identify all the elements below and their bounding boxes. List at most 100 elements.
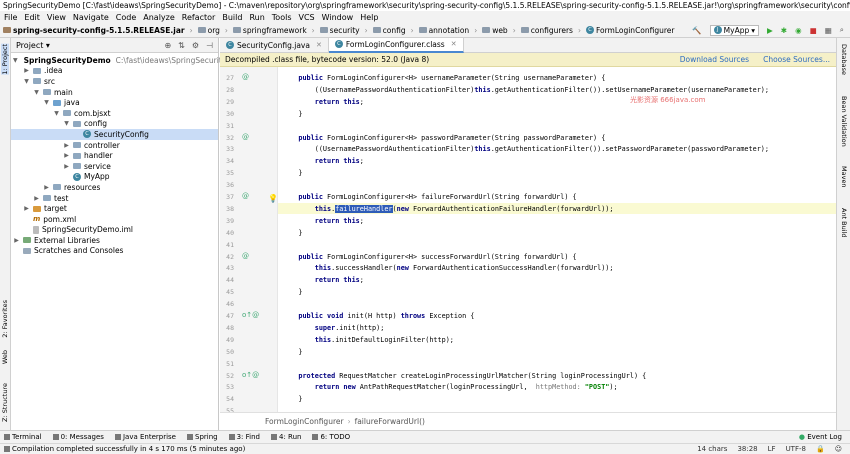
menu-item-code[interactable]: Code [116, 13, 136, 22]
debug-icon[interactable]: ✱ [781, 26, 787, 35]
choose-sources-link[interactable]: Choose Sources... [763, 55, 830, 64]
tree-item[interactable]: SpringSecurityDemo.iml [11, 225, 218, 236]
bottom-tab[interactable]: 6: TODO [312, 433, 350, 441]
expand-arrow-icon[interactable]: ▼ [43, 99, 50, 106]
tool-tab-project[interactable]: 1: Project [1, 44, 9, 75]
menu-item-vcs[interactable]: VCS [299, 13, 315, 22]
expand-arrow-icon[interactable]: ▼ [13, 57, 18, 64]
bottom-tab[interactable]: Java Enterprise [114, 433, 176, 441]
close-tab-icon[interactable]: ✕ [316, 41, 322, 49]
breadcrumb-item[interactable]: springframework [232, 26, 307, 35]
locate-icon[interactable]: ⊕ [164, 41, 171, 50]
tree-item[interactable]: ▶ service [11, 161, 218, 172]
breadcrumb-item[interactable]: security [319, 26, 360, 35]
breadcrumb-item[interactable]: spring-security-config-5.1.5.RELEASE.jar [3, 26, 185, 35]
expand-arrow-icon[interactable]: ▼ [53, 110, 60, 117]
line-separator[interactable]: LF [768, 445, 776, 453]
event-log-tab[interactable]: ● Event Log [799, 433, 850, 441]
tool-tab-ant-build[interactable]: Ant Build [840, 208, 848, 238]
tool-tab-database[interactable]: Database [840, 44, 848, 75]
hammer-icon[interactable]: 🔨 [692, 26, 701, 35]
tree-item[interactable]: ▶ test [11, 193, 218, 204]
expand-arrow-icon[interactable]: ▼ [23, 78, 30, 85]
breadcrumb-item[interactable]: C FormLoginConfigurer [585, 26, 675, 35]
expand-arrow-icon[interactable]: ▶ [63, 142, 70, 149]
expand-arrow-icon[interactable]: ▶ [63, 163, 70, 170]
override-marker-icon[interactable]: o↑@ [242, 371, 259, 379]
breadcrumb-item[interactable]: org [197, 26, 220, 35]
project-structure-icon[interactable]: ▦ [825, 26, 832, 35]
bottom-tab[interactable]: Spring [187, 433, 218, 441]
breadcrumb-item[interactable]: annotation [418, 26, 469, 35]
bottom-tab[interactable]: Terminal [4, 433, 42, 441]
stop-icon[interactable]: ■ [810, 26, 817, 35]
tool-tab-favorites[interactable]: 2: Favorites [1, 300, 9, 338]
tree-item[interactable]: ▼ config [11, 119, 218, 130]
menu-item-navigate[interactable]: Navigate [73, 13, 109, 22]
tree-item[interactable]: C MyApp [11, 172, 218, 183]
menu-item-refactor[interactable]: Refactor [182, 13, 216, 22]
tool-tab-web[interactable]: Web [1, 350, 9, 364]
tool-tab-bean-validation[interactable]: Bean Validation [840, 96, 848, 147]
tree-item[interactable]: ▼ java [11, 97, 218, 108]
gear-icon[interactable]: ⚙ [192, 41, 199, 50]
lightbulb-icon[interactable]: 💡 [268, 194, 278, 203]
hide-icon[interactable]: ⊣ [206, 41, 213, 50]
crumb-class[interactable]: FormLoginConfigurer [265, 417, 344, 426]
project-view-select[interactable]: Project ▾ [16, 41, 50, 50]
editor-tab[interactable]: C FormLoginConfigurer.class ✕ [328, 37, 464, 53]
menu-item-build[interactable]: Build [222, 13, 242, 22]
override-marker-icon[interactable]: @ [242, 133, 249, 141]
expand-arrow-icon[interactable]: ▶ [23, 67, 30, 74]
lock-icon[interactable]: 🔒 [816, 445, 825, 453]
breadcrumb-item[interactable]: web [482, 26, 508, 35]
expand-arrow-icon[interactable]: ▶ [43, 184, 50, 191]
download-sources-link[interactable]: Download Sources [680, 55, 749, 64]
run-config-select[interactable]: J MyApp ▾ [709, 24, 759, 36]
code-editor[interactable]: 27 @28 29 30 31 32 @33 34 35 36 37 @38 39 40 41 42 @43 44… [220, 67, 836, 412]
menu-item-run[interactable]: Run [249, 13, 264, 22]
tool-tab-structure[interactable]: Z: Structure [1, 383, 9, 422]
file-encoding[interactable]: UTF-8 [786, 445, 806, 453]
tree-item[interactable]: ▼ main [11, 87, 218, 98]
tree-item[interactable]: m pom.xml [11, 214, 218, 225]
tree-item[interactable]: ▶ target [11, 203, 218, 214]
breadcrumb-item[interactable]: configurers [520, 26, 573, 35]
tree-item[interactable]: ▶ .idea [11, 66, 218, 77]
bottom-tab[interactable]: 3: Find [228, 433, 260, 441]
bottom-tab[interactable]: 4: Run [270, 433, 301, 441]
override-marker-icon[interactable]: @ [242, 192, 249, 200]
menu-item-analyze[interactable]: Analyze [143, 13, 175, 22]
override-marker-icon[interactable]: o↑@ [242, 311, 259, 319]
tree-item[interactable]: ▶ controller [11, 140, 218, 151]
tree-item[interactable]: ▶ resources [11, 182, 218, 193]
tree-item[interactable]: Scratches and Consoles [11, 246, 218, 257]
menu-item-help[interactable]: Help [360, 13, 378, 22]
tree-item[interactable]: C SecurityConfig [11, 129, 218, 140]
tree-item[interactable]: ▼ src [11, 76, 218, 87]
breadcrumb-item[interactable]: config [372, 26, 406, 35]
menu-item-view[interactable]: View [47, 13, 66, 22]
menu-item-window[interactable]: Window [322, 13, 354, 22]
tree-item[interactable]: ▼ com.bjsxt [11, 108, 218, 119]
bottom-tab[interactable]: 0: Messages [52, 433, 104, 441]
expand-arrow-icon[interactable]: ▼ [63, 120, 70, 127]
tool-tab-maven[interactable]: Maven [840, 166, 848, 188]
editor-tab[interactable]: C SecurityConfig.java ✕ [220, 37, 329, 53]
expand-arrow-icon[interactable]: ▶ [23, 205, 30, 212]
caret-position[interactable]: 38:28 [737, 445, 757, 453]
inspector-icon[interactable]: ☺ [835, 445, 842, 453]
close-tab-icon[interactable]: ✕ [451, 40, 457, 48]
run-icon[interactable]: ▶ [767, 26, 773, 35]
expand-arrow-icon[interactable]: ▶ [13, 237, 20, 244]
tree-item[interactable]: ▼ SpringSecurityDemo C:\fast\ideaws\Spring… [11, 55, 248, 66]
expand-arrow-icon[interactable]: ▶ [63, 152, 70, 159]
collapse-icon[interactable]: ⇅ [178, 41, 185, 50]
crumb-method[interactable]: failureForwardUrl() [355, 417, 425, 426]
override-marker-icon[interactable]: @ [242, 252, 249, 260]
coverage-icon[interactable]: ◉ [795, 26, 802, 35]
override-marker-icon[interactable]: @ [242, 73, 249, 81]
expand-arrow-icon[interactable]: ▼ [33, 89, 40, 96]
tree-item[interactable]: ▶ handler [11, 150, 218, 161]
status-toggle-icon[interactable] [4, 446, 10, 452]
